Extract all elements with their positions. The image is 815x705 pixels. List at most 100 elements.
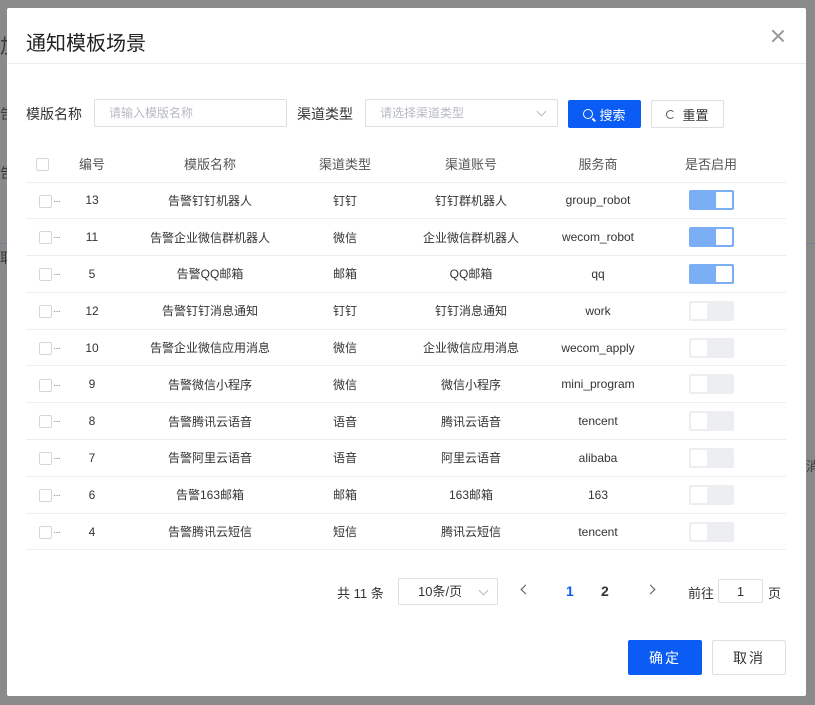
cell-channel-account: 企业微信群机器人 bbox=[382, 218, 560, 257]
cell-channel-account: 企业微信应用消息 bbox=[382, 329, 560, 367]
cell-id: 7 bbox=[72, 439, 112, 477]
toggle-knob bbox=[690, 523, 707, 540]
header-id: 编号 bbox=[72, 145, 112, 183]
more-icon: ··· bbox=[53, 489, 61, 501]
cell-provider: 163 bbox=[560, 476, 636, 514]
cell-name: 告警163邮箱 bbox=[112, 476, 308, 514]
more-icon: ··· bbox=[53, 342, 61, 354]
cell-name: 告警腾讯云短信 bbox=[112, 513, 308, 551]
cell-id: 6 bbox=[72, 476, 112, 514]
cancel-button[interactable]: 取消 bbox=[712, 640, 786, 675]
cell-id: 13 bbox=[72, 182, 112, 220]
goto-label: 前往 bbox=[688, 586, 715, 601]
chevron-down-icon bbox=[536, 106, 547, 117]
cell-id: 10 bbox=[72, 329, 112, 367]
cell-channel-type: 钉钉 bbox=[308, 182, 382, 220]
cell-provider: work bbox=[560, 292, 636, 330]
prev-page-icon[interactable] bbox=[520, 584, 531, 595]
header-channel-account: 渠道账号 bbox=[382, 145, 560, 183]
pagination-total: 共 11 条 bbox=[337, 586, 384, 601]
search-button-label: 搜索 bbox=[599, 107, 626, 123]
cell-name: 告警QQ邮箱 bbox=[112, 255, 308, 293]
more-icon: ··· bbox=[53, 195, 61, 207]
cell-provider: wecom_apply bbox=[560, 329, 636, 367]
enabled-toggle[interactable] bbox=[688, 374, 734, 395]
table-row: ··· 11 告警企业微信群机器人 微信 企业微信群机器人 wecom_robot bbox=[26, 218, 786, 257]
row-checkbox[interactable] bbox=[39, 231, 52, 245]
page-1-button[interactable]: 1 bbox=[566, 583, 574, 599]
row-checkbox[interactable] bbox=[39, 415, 52, 429]
enabled-toggle[interactable] bbox=[688, 263, 734, 284]
enabled-toggle[interactable] bbox=[688, 521, 734, 542]
cell-provider: tencent bbox=[560, 513, 636, 551]
select-all-checkbox[interactable] bbox=[36, 157, 49, 171]
cell-channel-account: 腾讯云语音 bbox=[382, 402, 560, 441]
cell-id: 8 bbox=[72, 402, 112, 441]
cell-channel-account: QQ邮箱 bbox=[382, 255, 560, 293]
more-icon: ··· bbox=[53, 453, 61, 465]
cell-channel-type: 语音 bbox=[308, 439, 382, 477]
cell-provider: alibaba bbox=[560, 439, 636, 477]
enabled-toggle[interactable] bbox=[688, 337, 734, 358]
cell-name: 告警阿里云语音 bbox=[112, 439, 308, 477]
reset-button[interactable]: 重置 bbox=[651, 100, 724, 128]
header-enabled: 是否启用 bbox=[636, 145, 786, 183]
search-button[interactable]: 搜索 bbox=[568, 100, 641, 128]
row-checkbox[interactable] bbox=[39, 194, 52, 208]
template-name-input[interactable] bbox=[94, 99, 287, 127]
row-checkbox[interactable] bbox=[39, 378, 52, 392]
row-checkbox[interactable] bbox=[39, 488, 52, 502]
toggle-knob bbox=[690, 302, 707, 319]
page-size-value: 10条/页 bbox=[418, 584, 463, 599]
close-icon[interactable] bbox=[770, 28, 786, 44]
enabled-toggle[interactable] bbox=[688, 227, 734, 248]
enabled-toggle[interactable] bbox=[688, 300, 734, 321]
more-icon: ··· bbox=[53, 416, 61, 428]
search-icon bbox=[583, 109, 594, 119]
enabled-toggle[interactable] bbox=[688, 447, 734, 468]
cell-channel-type: 短信 bbox=[308, 513, 382, 551]
row-checkbox[interactable] bbox=[39, 268, 52, 282]
cell-provider: group_robot bbox=[560, 182, 636, 220]
page-2-button[interactable]: 2 bbox=[601, 583, 609, 599]
goto-page-input[interactable] bbox=[718, 579, 763, 603]
table-row: ··· 8 告警腾讯云语音 语音 腾讯云语音 tencent bbox=[26, 402, 786, 441]
enabled-toggle[interactable] bbox=[688, 411, 734, 432]
cell-id: 11 bbox=[72, 218, 112, 257]
table-row: ··· 7 告警阿里云语音 语音 阿里云语音 alibaba bbox=[26, 439, 786, 477]
row-checkbox[interactable] bbox=[39, 525, 52, 539]
cell-provider: wecom_robot bbox=[560, 218, 636, 257]
channel-type-select[interactable]: 请选择渠道类型 bbox=[365, 99, 558, 127]
table-row: ··· 13 告警钉钉机器人 钉钉 钉钉群机器人 group_robot bbox=[26, 182, 786, 220]
more-icon: ··· bbox=[53, 305, 61, 317]
cell-name: 告警微信小程序 bbox=[112, 365, 308, 404]
toggle-knob bbox=[690, 449, 707, 466]
template-name-label: 模版名称 bbox=[26, 106, 82, 122]
cell-id: 12 bbox=[72, 292, 112, 330]
cell-channel-account: 钉钉群机器人 bbox=[382, 182, 560, 220]
cell-provider: tencent bbox=[560, 402, 636, 441]
enabled-toggle[interactable] bbox=[688, 190, 734, 211]
cell-name: 告警钉钉消息通知 bbox=[112, 292, 308, 330]
row-checkbox[interactable] bbox=[39, 304, 52, 318]
reset-button-label: 重置 bbox=[682, 107, 709, 123]
enabled-toggle[interactable] bbox=[688, 484, 734, 505]
row-checkbox[interactable] bbox=[39, 452, 52, 466]
row-checkbox[interactable] bbox=[39, 341, 52, 355]
page-unit-label: 页 bbox=[768, 586, 782, 601]
more-icon: ··· bbox=[53, 232, 61, 244]
confirm-button[interactable]: 确定 bbox=[628, 640, 702, 675]
table-row: ··· 4 告警腾讯云短信 短信 腾讯云短信 tencent bbox=[26, 513, 786, 551]
cell-channel-type: 邮箱 bbox=[308, 255, 382, 293]
page-size-select[interactable]: 10条/页 bbox=[398, 578, 498, 605]
template-table: 编号 模版名称 渠道类型 渠道账号 服务商 是否启用 ··· 13 告警钉钉机器人钉… bbox=[26, 145, 786, 551]
toggle-knob bbox=[690, 486, 707, 503]
cell-channel-type: 邮箱 bbox=[308, 476, 382, 514]
cell-name: 告警腾讯云语音 bbox=[112, 402, 308, 441]
next-page-icon[interactable] bbox=[645, 584, 656, 595]
header-channel-type: 渠道类型 bbox=[308, 145, 382, 183]
cell-name: 告警钉钉机器人 bbox=[112, 182, 308, 220]
header-provider: 服务商 bbox=[560, 145, 636, 183]
dialog-header: 通知模板场景 bbox=[7, 8, 806, 64]
cell-channel-account: 阿里云语音 bbox=[382, 439, 560, 477]
